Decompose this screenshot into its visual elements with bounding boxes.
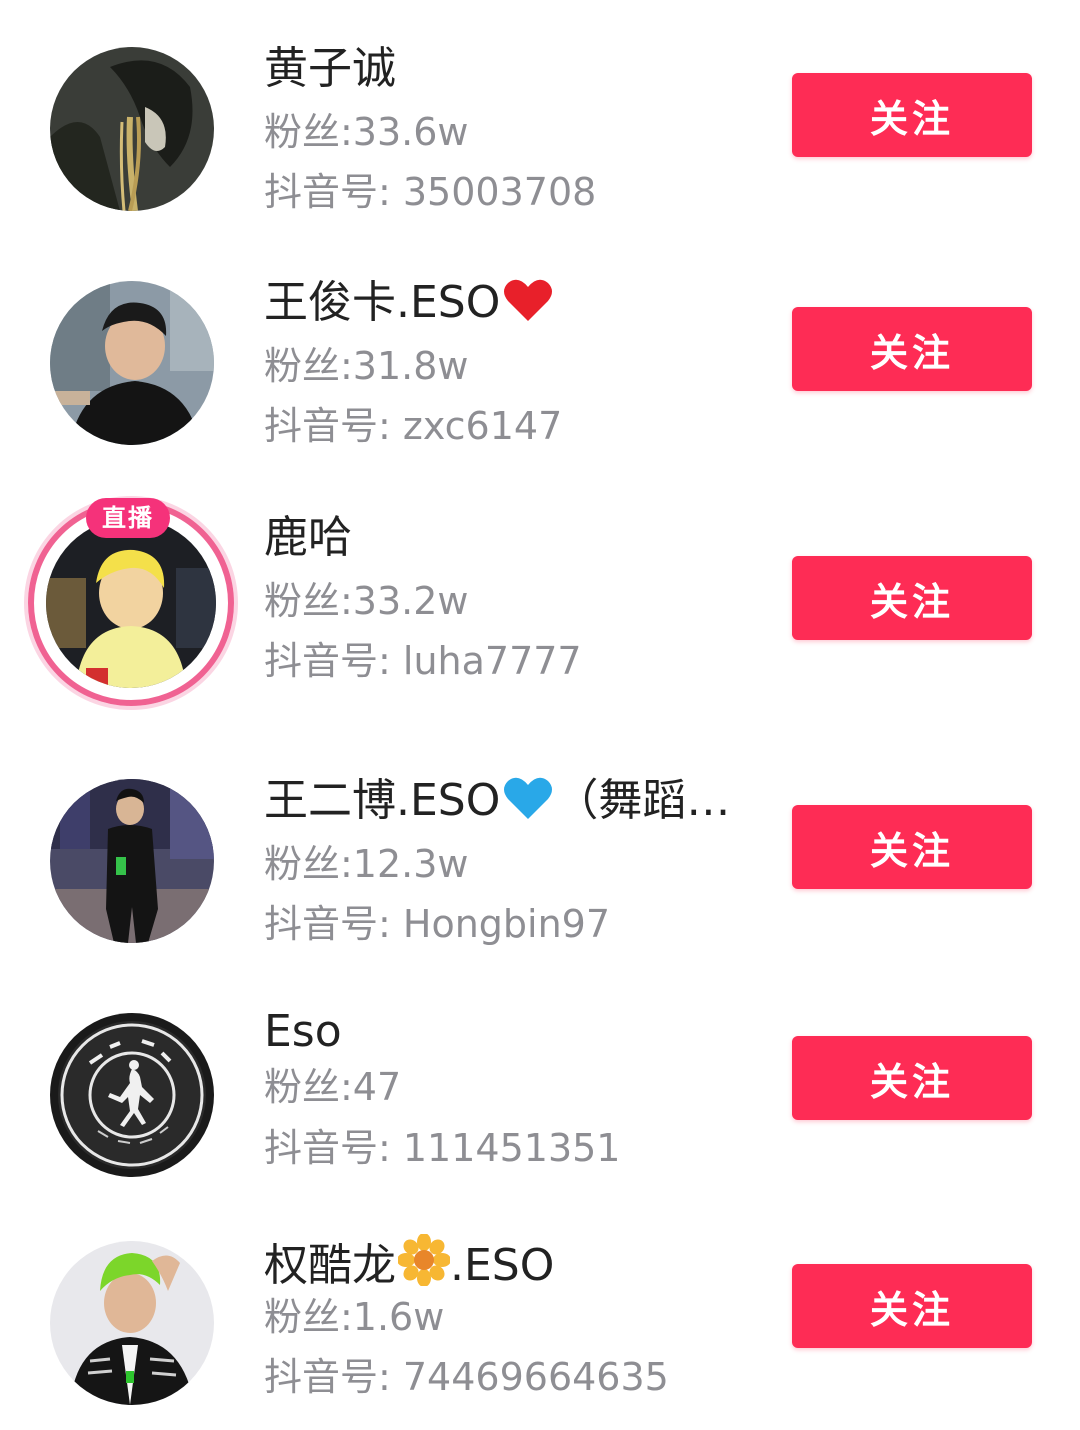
follow-button[interactable]: 关注 — [792, 73, 1032, 157]
user-name: 王俊卡.ESO — [264, 277, 554, 335]
avatar[interactable] — [50, 47, 214, 211]
avatar-image — [50, 779, 214, 943]
douyin-id: 抖音号: Hongbin97 — [264, 902, 611, 946]
user-row[interactable]: Eso 粉丝:47 抖音号: 111451351 关注 — [0, 996, 1080, 1196]
avatar — [46, 518, 216, 688]
user-name-text: 王二博.ESO — [264, 775, 501, 826]
user-name: Eso — [264, 1006, 342, 1058]
douyin-id: 抖音号: luha7777 — [264, 639, 582, 683]
douyin-id: 抖音号: 111451351 — [264, 1126, 621, 1170]
avatar-image — [46, 518, 216, 688]
follower-count: 粉丝:33.2w — [264, 579, 469, 623]
user-name-text: 权酷龙 — [264, 1240, 396, 1291]
user-list: 黄子诚 粉丝:33.6w 抖音号: 35003708 关注 王俊卡.ESO 粉丝… — [0, 0, 1080, 1430]
user-row[interactable]: 王二博.ESO （舞蹈… 粉丝:12.3w 抖音号: Hongbin97 关注 — [0, 762, 1080, 962]
avatar[interactable] — [50, 1241, 214, 1405]
follower-count: 粉丝:47 — [264, 1065, 402, 1109]
user-row[interactable]: 黄子诚 粉丝:33.6w 抖音号: 35003708 关注 — [0, 30, 1080, 230]
user-row[interactable]: 直播 鹿哈 粉丝:33.2w 抖音号: luha7777 关注 — [0, 498, 1080, 706]
blue-heart-icon — [502, 775, 554, 833]
douyin-id: 抖音号: zxc6147 — [264, 404, 563, 448]
avatar-image — [50, 47, 214, 211]
user-name-text: 王俊卡.ESO — [264, 277, 501, 328]
avatar[interactable] — [50, 779, 214, 943]
user-name-text: Eso — [264, 1006, 342, 1057]
follow-button[interactable]: 关注 — [792, 1264, 1032, 1348]
user-row[interactable]: 王俊卡.ESO 粉丝:31.8w 抖音号: zxc6147 关注 — [0, 264, 1080, 464]
user-name-text: 黄子诚 — [264, 43, 396, 94]
avatar-image — [50, 281, 214, 445]
douyin-id: 抖音号: 74469664635 — [264, 1355, 669, 1399]
avatar[interactable] — [50, 1013, 214, 1177]
follower-count: 粉丝:33.6w — [264, 110, 469, 154]
douyin-id: 抖音号: 35003708 — [264, 170, 597, 214]
user-row[interactable]: 权酷龙 .ESO 粉丝:1.6w 抖音号: 74469664635 关注 — [0, 1224, 1080, 1424]
follower-count: 粉丝:1.6w — [264, 1295, 445, 1339]
user-name-suffix: .ESO — [450, 1240, 555, 1291]
avatar-image — [50, 1241, 214, 1405]
red-heart-icon — [502, 277, 554, 335]
user-name: 权酷龙 .ESO — [264, 1233, 555, 1298]
live-avatar[interactable]: 直播 — [28, 498, 234, 706]
user-name: 黄子诚 — [264, 43, 396, 95]
sunflower-icon — [397, 1233, 451, 1298]
follow-button[interactable]: 关注 — [792, 307, 1032, 391]
follow-button[interactable]: 关注 — [792, 805, 1032, 889]
user-name-text: 鹿哈 — [264, 512, 352, 563]
user-name-suffix: （舞蹈… — [554, 775, 731, 826]
user-name: 鹿哈 — [264, 512, 352, 564]
follow-button[interactable]: 关注 — [792, 556, 1032, 640]
follower-count: 粉丝:31.8w — [264, 344, 469, 388]
user-name: 王二博.ESO （舞蹈… — [264, 775, 730, 833]
follower-count: 粉丝:12.3w — [264, 842, 469, 886]
follow-button[interactable]: 关注 — [792, 1036, 1032, 1120]
avatar-image — [50, 1013, 214, 1177]
avatar[interactable] — [50, 281, 214, 445]
live-badge: 直播 — [86, 498, 170, 538]
